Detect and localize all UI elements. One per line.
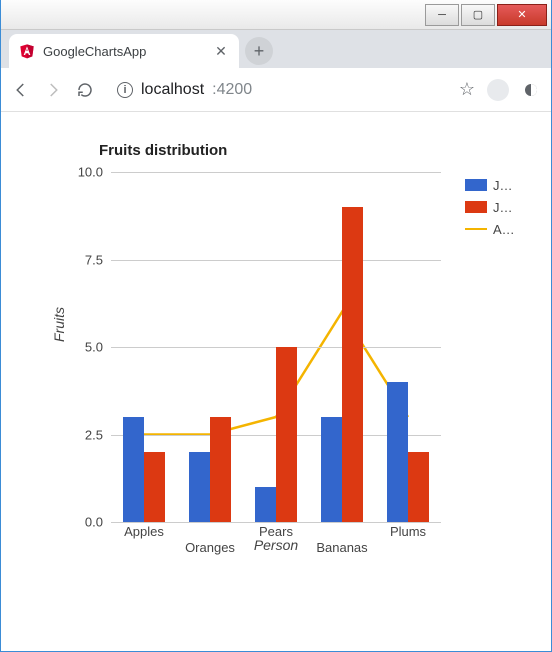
window-minimize-button[interactable]: ─ (425, 4, 459, 26)
tab-close-icon[interactable]: ✕ (213, 43, 229, 59)
browser-tab[interactable]: GoogleChartsApp ✕ (9, 34, 239, 68)
x-axis-label: Person (111, 537, 441, 553)
chart-bar[interactable] (387, 382, 408, 522)
browser-window: ─ ▢ ✕ GoogleChartsApp ✕ + i localhost :42… (0, 0, 552, 652)
profile-avatar-icon[interactable] (487, 79, 509, 101)
chart-bar[interactable] (408, 452, 429, 522)
chart-bar[interactable] (123, 417, 144, 522)
chart-plot-area: 0.02.55.07.510.0ApplesOrangesPearsBanana… (111, 172, 441, 522)
url-input[interactable]: i localhost :4200 (107, 75, 447, 105)
gridline (111, 260, 441, 261)
legend-item: A… (465, 220, 525, 238)
y-axis-label: Fruits (51, 307, 67, 342)
chart-bar[interactable] (210, 417, 231, 522)
gridline (111, 172, 441, 173)
page-content: Fruits distribution Fruits 0.02.55.07.51… (1, 112, 551, 602)
tab-title: GoogleChartsApp (43, 44, 205, 59)
chart-bar[interactable] (321, 417, 342, 522)
y-tick-label: 10.0 (78, 165, 103, 180)
gridline (111, 522, 441, 523)
legend-label: A… (493, 222, 525, 237)
chart-title: Fruits distribution (99, 142, 531, 159)
legend-line-icon (465, 228, 487, 230)
legend-label: J… (493, 178, 525, 193)
legend-item: J… (465, 176, 525, 194)
back-button[interactable] (11, 80, 31, 100)
legend-swatch-icon (465, 201, 487, 213)
url-host: localhost (141, 81, 204, 99)
legend-label: J… (493, 200, 525, 215)
site-info-icon[interactable]: i (117, 82, 133, 98)
chart-bar[interactable] (276, 347, 297, 522)
tab-bar: GoogleChartsApp ✕ + (1, 30, 551, 68)
y-tick-label: 2.5 (85, 427, 103, 442)
forward-button[interactable] (43, 80, 63, 100)
reload-button[interactable] (75, 80, 95, 100)
chart-bar[interactable] (189, 452, 210, 522)
extensions-icon[interactable] (521, 80, 541, 100)
chart-legend: J… J… A… (465, 176, 525, 242)
address-bar: i localhost :4200 ☆ (1, 68, 551, 112)
y-tick-label: 0.0 (85, 515, 103, 530)
chart-bar[interactable] (144, 452, 165, 522)
chart-bar[interactable] (342, 207, 363, 522)
angular-favicon-icon (19, 43, 35, 59)
y-tick-label: 5.0 (85, 340, 103, 355)
legend-item: J… (465, 198, 525, 216)
chart-bar[interactable] (255, 487, 276, 522)
window-close-button[interactable]: ✕ (497, 4, 547, 26)
y-tick-label: 7.5 (85, 252, 103, 267)
chart-container: Fruits distribution Fruits 0.02.55.07.51… (21, 142, 531, 602)
bookmark-star-icon[interactable]: ☆ (459, 79, 475, 100)
new-tab-button[interactable]: + (245, 37, 273, 65)
legend-swatch-icon (465, 179, 487, 191)
url-port: :4200 (212, 81, 252, 99)
window-maximize-button[interactable]: ▢ (461, 4, 495, 26)
window-titlebar: ─ ▢ ✕ (1, 0, 551, 30)
